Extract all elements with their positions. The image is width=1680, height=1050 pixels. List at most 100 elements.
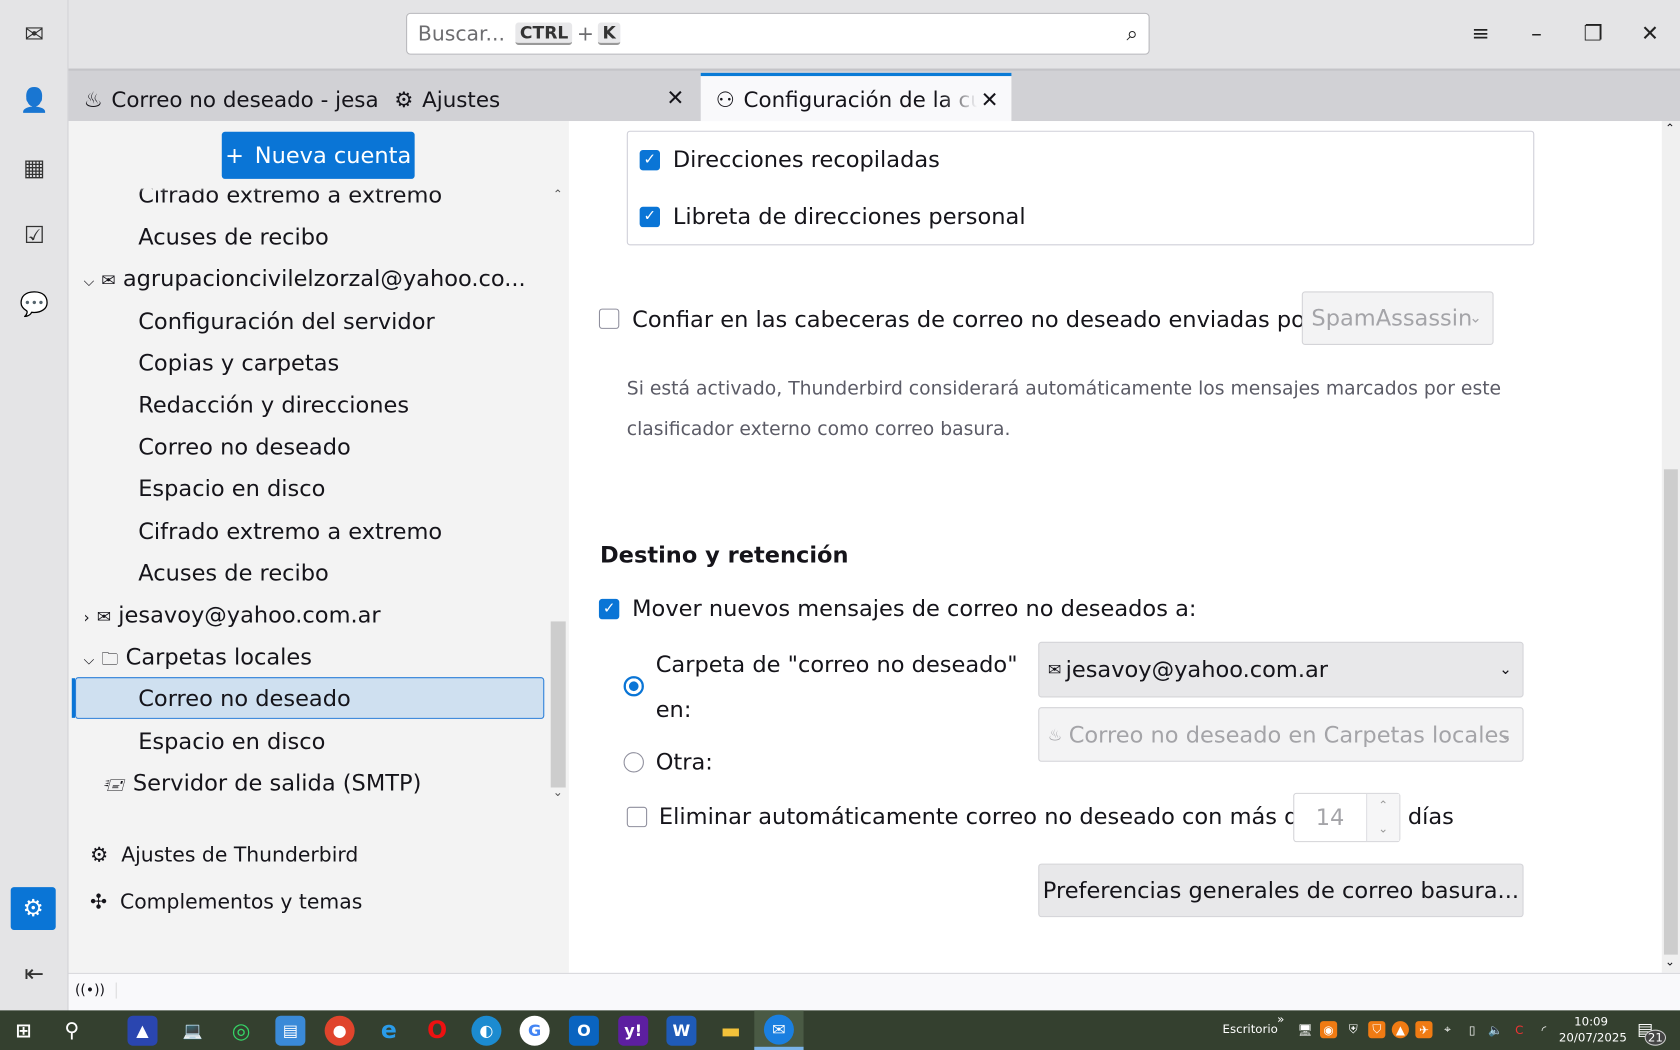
scroll-down-icon[interactable]: ⌄ xyxy=(1665,955,1675,969)
word-icon[interactable]: W xyxy=(666,1015,697,1046)
tree-smtp[interactable]: 🖅 Servidor de salida (SMTP) xyxy=(104,770,421,802)
clock-time: 10:09 xyxy=(1574,1014,1609,1029)
account-select[interactable]: ✉ jesavoy@yahoo.com.ar ⌄ xyxy=(1038,641,1524,698)
junk-preferences-button[interactable]: Preferencias generales de correo basura.… xyxy=(1038,863,1524,918)
wifi-icon[interactable]: ◜ xyxy=(1535,1021,1552,1038)
outlook-icon[interactable]: O xyxy=(568,1015,599,1046)
booster-icon[interactable]: ✈ xyxy=(1415,1021,1433,1039)
control-panel-icon[interactable]: ▤ xyxy=(275,1015,306,1046)
tree-item[interactable]: Redacción y direcciones xyxy=(138,392,409,418)
scrollbar-thumb[interactable] xyxy=(550,621,566,788)
tree-account-jesavoy[interactable]: › ✉ jesavoy@yahoo.com.ar xyxy=(84,602,381,628)
tree-item[interactable]: Correo no deseado xyxy=(138,434,351,460)
tree-item[interactable]: Copias y carpetas xyxy=(138,350,339,376)
addr-personal-checkbox[interactable]: ✓ xyxy=(639,206,661,228)
move-junk-checkbox[interactable]: ✓ xyxy=(598,598,620,620)
menu-icon[interactable]: ≡ xyxy=(1459,15,1502,51)
mail-account-icon: ✉ xyxy=(1047,660,1062,680)
search-icon[interactable]: ⌕ xyxy=(1126,22,1137,46)
days-value[interactable]: 14 xyxy=(1316,805,1345,831)
satellite-icon[interactable]: ⌖ xyxy=(1439,1021,1456,1038)
file-explorer-icon[interactable]: ▬ xyxy=(716,1016,746,1046)
start-windows-icon[interactable]: ⊞ xyxy=(9,1016,39,1046)
mail-icon[interactable]: ✉ xyxy=(17,17,51,51)
tree-item[interactable]: Configuración del servidor xyxy=(138,309,435,335)
scroll-up-icon[interactable]: ⌃ xyxy=(553,188,563,202)
laptop-app-icon[interactable]: 💻 xyxy=(178,1016,208,1046)
tree-item[interactable]: Espacio en disco xyxy=(138,729,325,755)
network-pc-icon[interactable]: 🖥 xyxy=(1296,1021,1313,1038)
avast-icon[interactable]: ◉ xyxy=(1320,1021,1338,1039)
google-icon[interactable]: G xyxy=(519,1015,550,1046)
shield-app-icon[interactable]: ⛉ xyxy=(1368,1021,1386,1039)
desktop-toolbar-label[interactable]: Escritorio xyxy=(1223,1022,1278,1036)
chevron-more-icon[interactable]: » xyxy=(1277,1013,1284,1027)
thunderbird-taskbar-button[interactable]: ✉ xyxy=(754,1010,804,1050)
usb-icon[interactable]: ▯ xyxy=(1464,1021,1481,1038)
collapse-spaces-icon[interactable]: ⇤ xyxy=(17,957,51,991)
minimize-button[interactable]: – xyxy=(1515,15,1558,51)
tab-account-settings[interactable]: ⚇ Configuración de la cuenta✕ xyxy=(700,72,1012,124)
volume-icon[interactable]: 🔈 xyxy=(1487,1021,1504,1038)
sidebar-scrollbar[interactable]: ⌃ ⌄ xyxy=(550,188,568,801)
windows-security-icon[interactable]: ⛨ xyxy=(1345,1021,1362,1038)
addr-collected-checkbox[interactable]: ✓ xyxy=(639,150,661,171)
address-book-icon[interactable]: 👤 xyxy=(17,84,51,118)
trust-select[interactable]: SpamAssassin ⌄ xyxy=(1301,291,1494,346)
status-bar: ((•)) xyxy=(68,972,1680,1011)
yahoo-icon[interactable]: y! xyxy=(618,1015,649,1046)
tree-account-agrupacion[interactable]: ⌵ ✉ agrupacioncivilelzorzal@yahoo.co... xyxy=(84,266,526,292)
scanner-app-icon[interactable]: ▲ xyxy=(127,1015,158,1046)
close-tab-icon[interactable]: ✕ xyxy=(981,87,999,113)
chevron-right-icon[interactable]: › xyxy=(84,610,90,627)
junk-icon: ♨ xyxy=(1047,724,1063,745)
ccleaner-icon[interactable]: C xyxy=(1511,1021,1528,1038)
close-tab-icon[interactable]: ✕ xyxy=(666,85,684,111)
search-icon[interactable]: ⚲ xyxy=(57,1016,87,1046)
scrollbar-thumb[interactable] xyxy=(1663,469,1678,955)
tree-item[interactable]: Cifrado extremo a extremo xyxy=(138,519,442,545)
stepper-arrows[interactable]: ⌃ ⌄ xyxy=(1366,793,1400,842)
tree-item[interactable]: Espacio en disco xyxy=(138,476,325,502)
chrome-icon[interactable]: ● xyxy=(324,1015,355,1046)
addons-link[interactable]: ✣ Complementos y temas xyxy=(90,890,362,914)
tree-local-folders[interactable]: ⌵ 🗀 Carpetas locales xyxy=(84,644,312,676)
days-stepper[interactable]: 14 ⌃ ⌄ xyxy=(1293,792,1401,843)
settings-gear-icon[interactable]: ⚙ xyxy=(10,887,56,931)
chevron-down-icon[interactable]: ⌵ xyxy=(84,274,95,290)
online-status-icon[interactable]: ((•)) xyxy=(75,982,117,999)
search-input[interactable]: Buscar... CTRL + K ⌕ xyxy=(406,12,1150,55)
scroll-down-icon[interactable]: ⌄ xyxy=(553,785,563,799)
close-window-button[interactable]: ✕ xyxy=(1629,15,1672,51)
tree-item-selected[interactable]: Correo no deseado xyxy=(138,686,351,712)
tab-bar: ♨ Correo no deseado - jesavoy@yahoo.com.a… xyxy=(68,68,1680,124)
main-scrollbar[interactable]: ⌃ ⌄ xyxy=(1661,121,1680,973)
clock[interactable]: 10:09 20/07/2025 xyxy=(1559,1014,1627,1046)
stepper-down-icon[interactable]: ⌄ xyxy=(1367,818,1399,842)
trust-headers-label: Confiar en las cabeceras de correo no de… xyxy=(632,306,1322,333)
tree-item[interactable]: Acuses de recibo xyxy=(138,224,329,250)
edge-icon[interactable]: ◐ xyxy=(471,1015,502,1046)
other-radio[interactable] xyxy=(623,752,644,773)
internet-explorer-icon[interactable]: e xyxy=(374,1016,404,1046)
avast-secure-icon[interactable]: ▲ xyxy=(1391,1021,1409,1039)
chat-icon[interactable]: 💬 xyxy=(17,287,51,321)
tab-settings[interactable]: ⚙ Ajustes xyxy=(379,75,700,123)
tasks-icon[interactable]: ☑ xyxy=(17,219,51,253)
scroll-up-icon[interactable]: ⌃ xyxy=(1665,121,1675,135)
calendar-icon[interactable]: ▦ xyxy=(17,151,51,185)
opera-icon[interactable]: O xyxy=(422,1016,452,1046)
auto-delete-checkbox[interactable] xyxy=(626,806,648,828)
tree-item[interactable]: Acuses de recibo xyxy=(138,560,329,586)
other-folder-select[interactable]: ♨ Correo no deseado en Carpetas locales ⌄ xyxy=(1038,707,1524,762)
chevron-down-icon[interactable]: ⌵ xyxy=(84,653,95,669)
stepper-up-icon[interactable]: ⌃ xyxy=(1367,794,1399,818)
tab-junk-mail[interactable]: ♨ Correo no deseado - jesavoy@yahoo.com.a… xyxy=(69,75,380,123)
thunderbird-settings-link[interactable]: ⚙ Ajustes de Thunderbird xyxy=(90,843,358,867)
trust-headers-checkbox[interactable] xyxy=(598,308,620,329)
new-account-button[interactable]: + Nueva cuenta xyxy=(221,131,415,179)
whatsapp-icon[interactable]: ◎ xyxy=(226,1016,256,1046)
junk-folder-radio[interactable] xyxy=(623,676,644,697)
restore-button[interactable]: ❐ xyxy=(1572,15,1615,51)
junk-preferences-label: Preferencias generales de correo basura.… xyxy=(1042,877,1520,904)
